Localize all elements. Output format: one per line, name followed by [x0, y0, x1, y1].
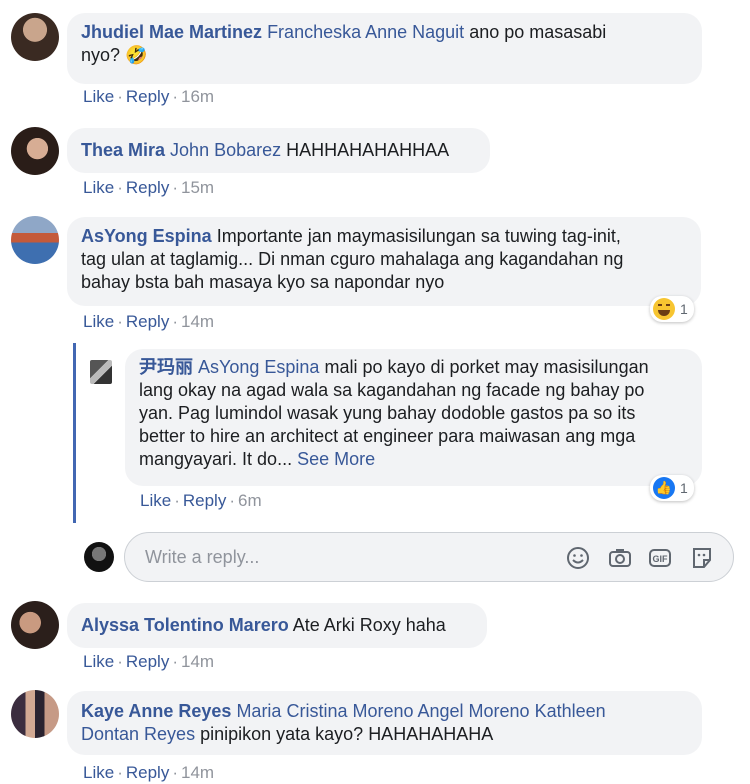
reply-link[interactable]: Reply [126, 763, 169, 782]
timestamp[interactable]: 6m [238, 491, 262, 510]
comment-actions: Like · Reply · 14m [83, 652, 215, 671]
like-link[interactable]: Like [83, 87, 114, 106]
avatar[interactable] [90, 360, 112, 384]
like-link[interactable]: Like [140, 491, 171, 510]
reaction-count[interactable]: 1 [650, 296, 694, 322]
haha-icon [653, 298, 675, 320]
gif-icon[interactable]: GIF [647, 545, 673, 571]
smiley-icon[interactable] [565, 545, 591, 571]
like-link[interactable]: Like [83, 178, 114, 197]
comment-text: bahay bsta bah masaya kyo sa napondar ny… [81, 272, 445, 292]
timestamp[interactable]: 14m [181, 652, 214, 671]
like-icon: 👍 [653, 477, 675, 499]
comment-actions: Like · Reply · 16m [83, 87, 215, 106]
timestamp[interactable]: 14m [181, 763, 214, 782]
comment-text: Importante jan maymasisilungan sa tuwing… [211, 226, 621, 246]
comment-actions: Like · Reply · 15m [83, 178, 215, 197]
commenter-name[interactable]: 尹玛丽 [139, 357, 193, 377]
reply-text: better to hire an architect at engineer … [139, 426, 636, 446]
thread-line [73, 343, 76, 523]
avatar[interactable] [11, 13, 59, 61]
reply-link[interactable]: Reply [126, 178, 169, 197]
comment-text: nyo? [81, 45, 126, 65]
reply-link[interactable]: Reply [183, 491, 226, 510]
commenter-name[interactable]: Alyssa Tolentino Marero [81, 615, 289, 635]
tagged-user[interactable]: John Bobarez [170, 140, 281, 160]
tagged-users[interactable]: Dontan Reyes [81, 724, 195, 744]
camera-icon[interactable] [607, 545, 633, 571]
timestamp[interactable]: 14m [181, 312, 214, 331]
timestamp[interactable]: 16m [181, 87, 214, 106]
avatar[interactable] [11, 127, 59, 175]
comment-text: ano po masasabi [464, 22, 607, 42]
timestamp[interactable]: 15m [181, 178, 214, 197]
reaction-number: 1 [680, 480, 688, 496]
see-more-link[interactable]: See More [297, 449, 375, 469]
reaction-number: 1 [680, 301, 688, 317]
comment-actions: Like · Reply · 14m [83, 312, 215, 331]
avatar [84, 542, 114, 572]
svg-text:GIF: GIF [653, 554, 669, 564]
comment-text: Ate Arki Roxy haha [288, 615, 446, 635]
tagged-user[interactable]: AsYong Espina [198, 357, 319, 377]
commenter-name[interactable]: Jhudiel Mae Martinez [81, 22, 262, 42]
comment-actions: Like · Reply · 14m [83, 763, 215, 782]
reply-link[interactable]: Reply [126, 312, 169, 331]
reply-bubble: 尹玛丽 AsYong Espina mali po kayo di porket… [125, 349, 702, 486]
like-link[interactable]: Like [83, 652, 114, 671]
comment-bubble: Jhudiel Mae Martinez Francheska Anne Nag… [67, 13, 702, 84]
reply-text: mali po kayo di porket may masisilungan [319, 357, 649, 377]
comment-text: tag ulan at taglamig... Di nman cguro ma… [81, 249, 624, 269]
comment-text: HAHHAHAHAHHAA [281, 140, 450, 160]
reply-input[interactable] [143, 546, 527, 569]
reply-link[interactable]: Reply [126, 652, 169, 671]
reply-actions: Like · Reply · 6m [140, 491, 262, 510]
reply-composer[interactable]: GIF [124, 532, 734, 582]
reply-link[interactable]: Reply [126, 87, 169, 106]
commenter-name[interactable]: Kaye Anne Reyes [81, 701, 231, 721]
sticker-icon[interactable] [689, 545, 715, 571]
reaction-count[interactable]: 👍 1 [650, 475, 694, 501]
commenter-name[interactable]: Thea Mira [81, 140, 165, 160]
reply-text: yan. Pag lumindol wasak yung bahay dodob… [139, 403, 636, 423]
reply-text: lang okay na agad wala sa kagandahan ng … [139, 380, 645, 400]
tagged-users[interactable]: Maria Cristina Moreno Angel Moreno Kathl… [236, 701, 605, 721]
avatar[interactable] [11, 690, 59, 738]
comment-text: pinipikon yata kayo? HAHAHAHAHA [195, 724, 494, 744]
avatar[interactable] [11, 601, 59, 649]
reply-text: mangyayari. It do... [139, 449, 298, 469]
tagged-user[interactable]: Francheska Anne Naguit [267, 22, 464, 42]
comment-bubble: AsYong Espina Importante jan maymasisilu… [67, 217, 701, 306]
like-link[interactable]: Like [83, 763, 114, 782]
emoji-icon: 🤣 [125, 45, 148, 65]
commenter-name[interactable]: AsYong Espina [81, 226, 212, 246]
comment-bubble: Alyssa Tolentino Marero Ate Arki Roxy ha… [67, 603, 487, 648]
like-link[interactable]: Like [83, 312, 114, 331]
comment-bubble: Thea Mira John Bobarez HAHHAHAHAHHAA [67, 128, 490, 173]
comment-bubble: Kaye Anne Reyes Maria Cristina Moreno An… [67, 691, 702, 755]
avatar[interactable] [11, 216, 59, 264]
